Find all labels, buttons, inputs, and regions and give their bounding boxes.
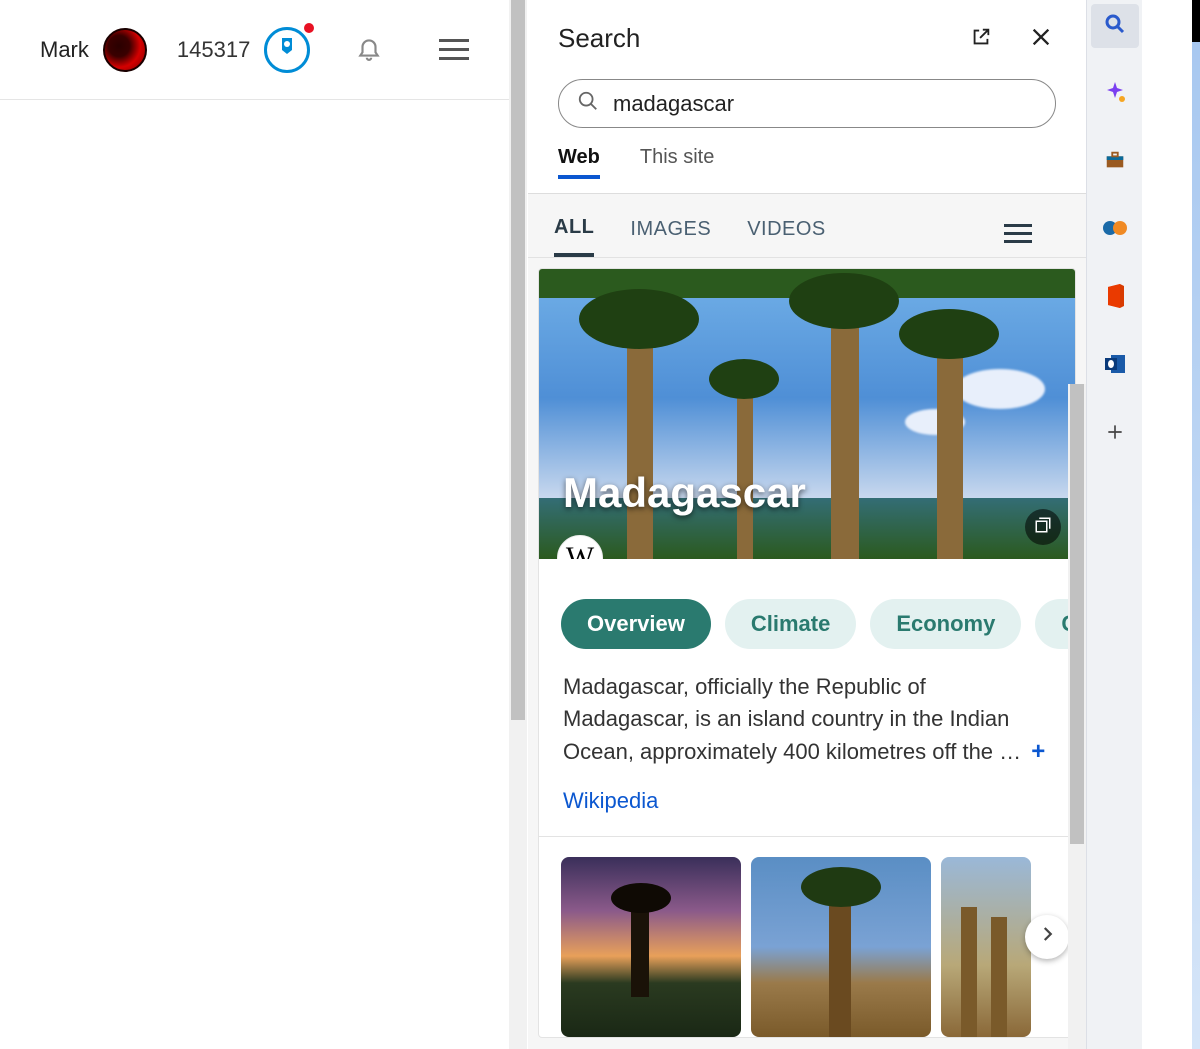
sidebar-item-tools[interactable] xyxy=(1091,140,1139,184)
sidebar-item-games[interactable] xyxy=(1091,208,1139,252)
outlook-icon xyxy=(1103,353,1127,380)
sidebar-item-outlook[interactable] xyxy=(1091,344,1139,388)
result-tab-images[interactable]: IMAGES xyxy=(630,212,711,255)
search-input[interactable] xyxy=(613,91,1037,117)
panel-title: Search xyxy=(558,23,640,54)
search-icon xyxy=(577,90,599,117)
left-scrollbar[interactable] xyxy=(509,0,527,1049)
external-link-icon xyxy=(970,36,992,51)
sidebar-item-search[interactable] xyxy=(1091,4,1139,48)
sidebar-item-add[interactable] xyxy=(1091,412,1139,456)
chevron-right-icon xyxy=(1038,925,1056,948)
pill-economy[interactable]: Economy xyxy=(870,599,1021,649)
hamburger-icon xyxy=(439,39,469,60)
rewards-badge[interactable] xyxy=(264,27,310,73)
medal-icon xyxy=(278,38,296,62)
hamburger-icon xyxy=(1004,224,1032,243)
browser-sidebar xyxy=(1086,0,1142,1049)
open-external-button[interactable] xyxy=(966,22,996,55)
search-side-panel: Search Web This site ALL IMAGES xyxy=(528,0,1086,1049)
close-icon xyxy=(1030,36,1052,51)
thumbnail-2[interactable] xyxy=(751,857,931,1037)
sidebar-item-office[interactable] xyxy=(1091,276,1139,320)
points-value: 145317 xyxy=(177,37,250,63)
sidebar-item-copilot[interactable] xyxy=(1091,72,1139,116)
left-content-pane: Mark 145317 xyxy=(0,0,528,1049)
pill-overview[interactable]: Overview xyxy=(561,599,711,649)
search-field-container xyxy=(558,79,1056,128)
bell-icon xyxy=(356,50,382,65)
thumbnail-3[interactable] xyxy=(941,857,1031,1037)
hero-title: Madagascar xyxy=(563,469,806,517)
description-text: Madagascar, officially the Republic of M… xyxy=(563,674,1021,764)
user-avatar[interactable] xyxy=(103,28,147,72)
source-link[interactable]: Wikipedia xyxy=(539,770,1075,836)
result-options-button[interactable] xyxy=(1000,220,1060,247)
menu-button[interactable] xyxy=(431,31,477,68)
wikipedia-icon: W xyxy=(566,541,594,559)
close-panel-button[interactable] xyxy=(1026,22,1056,55)
expand-description-button[interactable]: + xyxy=(1031,738,1045,765)
plus-icon xyxy=(1105,422,1125,447)
thumbnail-1[interactable] xyxy=(561,857,741,1037)
scope-tab-this-site[interactable]: This site xyxy=(640,146,714,179)
panel-header: Search xyxy=(528,0,1086,65)
scope-tab-web[interactable]: Web xyxy=(558,146,600,179)
sparkle-icon xyxy=(1103,80,1127,109)
description: Madagascar, officially the Republic of M… xyxy=(539,665,1075,770)
result-tab-videos[interactable]: VIDEOS xyxy=(747,212,826,255)
notification-dot-icon xyxy=(304,23,314,33)
top-bar: Mark 145317 xyxy=(0,0,527,100)
expand-image-button[interactable] xyxy=(1025,509,1061,545)
result-tab-all[interactable]: ALL xyxy=(554,210,594,257)
result-type-tabs: ALL IMAGES VIDEOS xyxy=(528,194,1086,258)
briefcase-icon xyxy=(1103,149,1127,176)
office-icon xyxy=(1104,284,1126,313)
hero-image[interactable]: Madagascar W xyxy=(539,269,1075,559)
notifications-button[interactable] xyxy=(348,26,390,73)
pill-climate[interactable]: Climate xyxy=(725,599,856,649)
games-icon xyxy=(1102,217,1128,244)
search-scope-tabs: Web This site xyxy=(558,146,1056,189)
image-thumbnails xyxy=(539,837,1075,1037)
knowledge-card: Madagascar W Overview Climate Economy Cu… xyxy=(538,268,1076,1038)
image-stack-icon xyxy=(1034,516,1052,539)
username-label: Mark xyxy=(40,37,89,63)
search-icon xyxy=(1103,12,1127,41)
results-scrollbar[interactable] xyxy=(1068,384,1086,1049)
results-container: ALL IMAGES VIDEOS xyxy=(528,193,1086,1049)
info-pill-row: Overview Climate Economy Cult xyxy=(539,559,1075,665)
thumbnails-next-button[interactable] xyxy=(1025,915,1069,959)
window-edge-decoration xyxy=(1192,0,1200,1049)
